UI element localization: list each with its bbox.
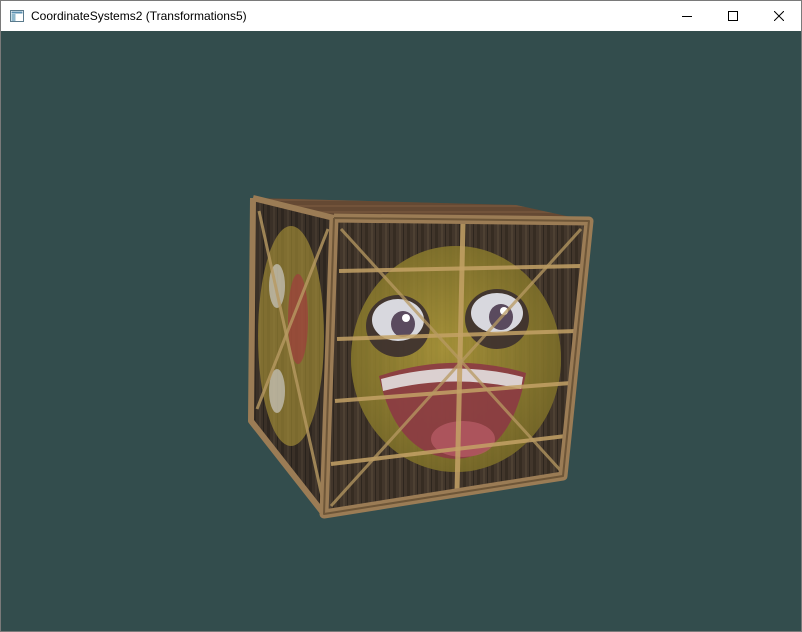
maximize-button[interactable] [710,1,756,31]
title-bar[interactable]: CoordinateSystems2 (Transformations5) [1,1,801,31]
minimize-button[interactable] [664,1,710,31]
close-icon [774,11,784,21]
window-title: CoordinateSystems2 (Transformations5) [31,9,247,23]
maximize-icon [728,11,738,21]
app-window: CoordinateSystems2 (Transformations5) [0,0,802,632]
textured-cube [248,195,594,519]
opengl-viewport[interactable] [1,31,801,631]
close-button[interactable] [756,1,802,31]
minimize-icon [682,16,692,17]
app-icon [10,10,24,22]
